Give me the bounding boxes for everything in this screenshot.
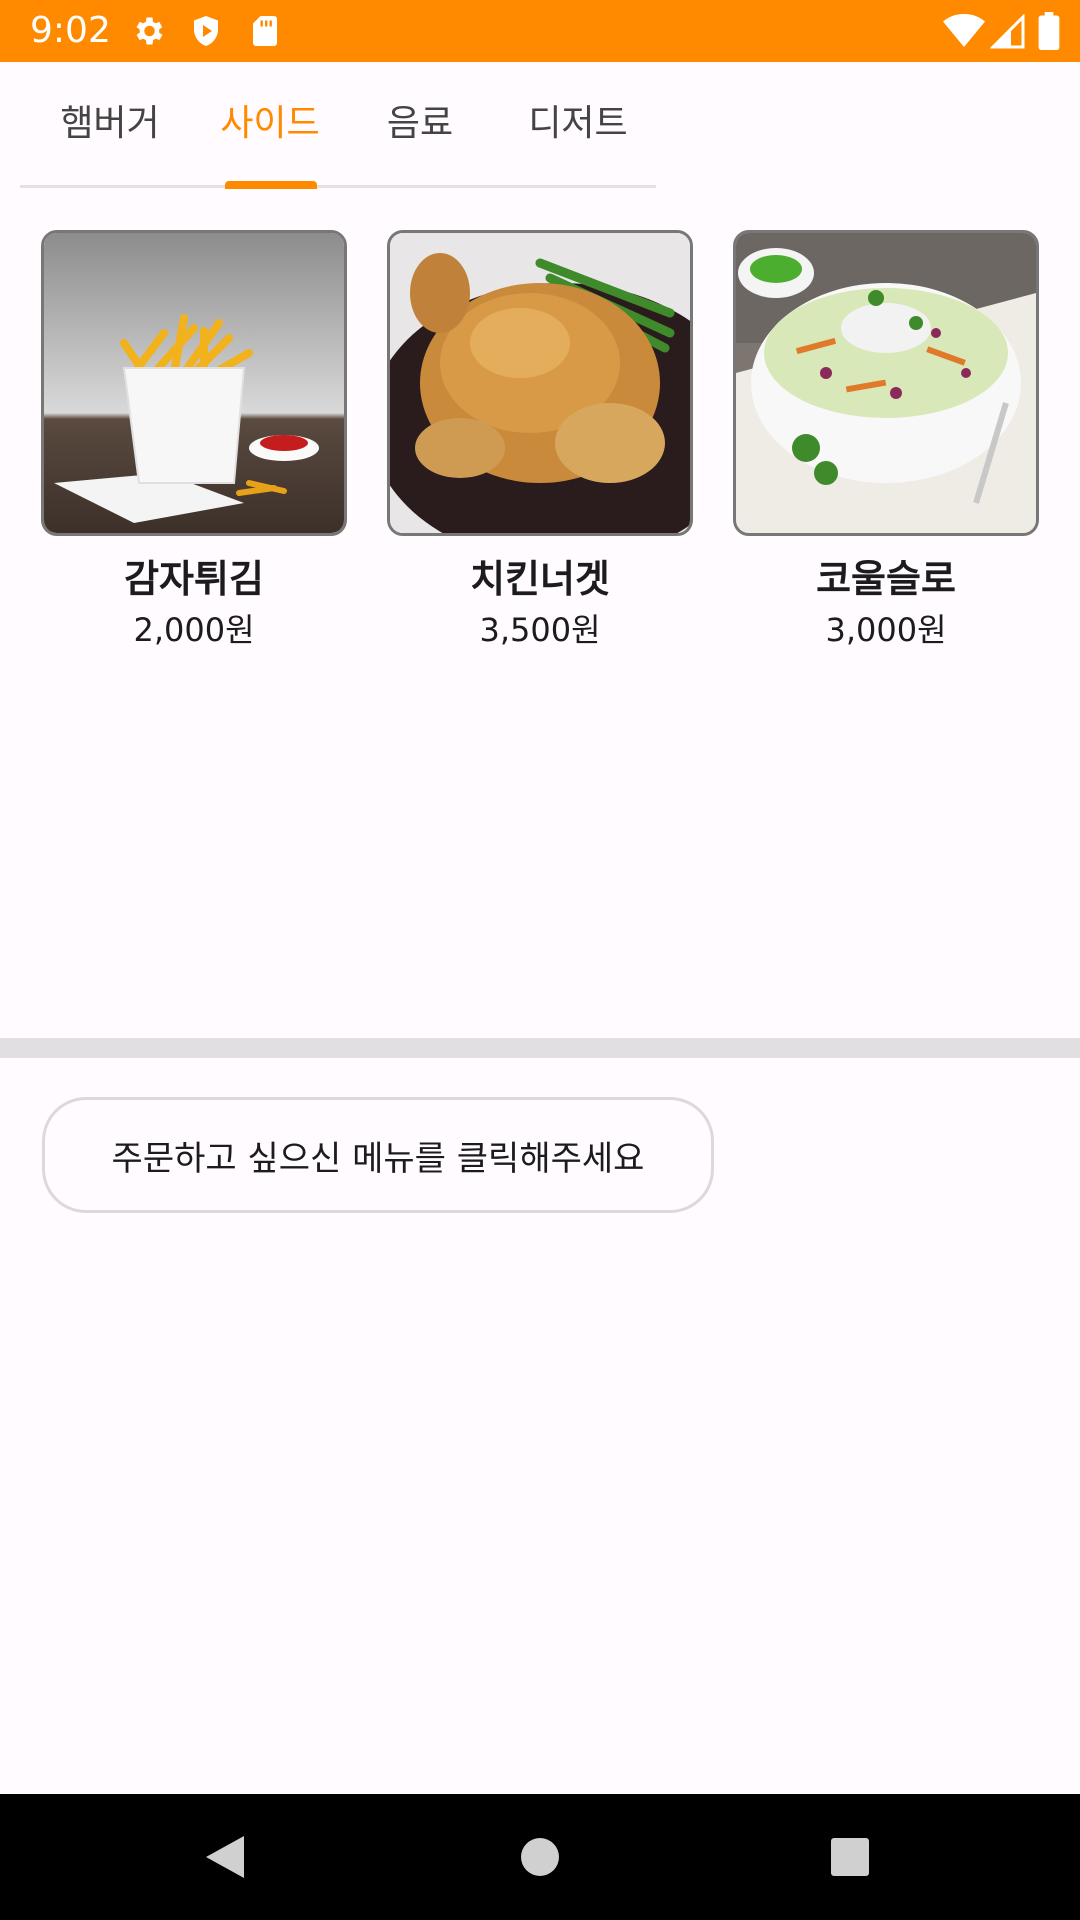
menu-item-price: 2,000원 (133, 611, 255, 649)
menu-item-name: 감자튀김 (124, 557, 264, 601)
home-button[interactable] (480, 1794, 600, 1920)
section-divider (0, 1038, 1080, 1058)
gear-icon (136, 17, 163, 45)
menu-item-coleslaw[interactable]: 코울슬로 3,000원 (733, 230, 1039, 652)
menu-item-chicken-nugget[interactable]: 치킨너겟 3,500원 (387, 230, 693, 652)
home-icon (521, 1838, 559, 1876)
system-nav-bar (0, 1794, 1080, 1920)
coleslaw-image[interactable] (733, 230, 1039, 536)
wifi-icon (943, 14, 985, 47)
menu-item-name: 코울슬로 (816, 557, 956, 601)
tab-divider (20, 185, 656, 188)
menu-item-fries[interactable]: 감자튀김 2,000원 (41, 230, 347, 652)
tab-indicator (225, 181, 317, 189)
back-button[interactable] (165, 1794, 285, 1920)
category-tab-bar: 햄버거 사이드 음료 디저트 (20, 62, 656, 190)
shield-play-icon (194, 16, 218, 46)
menu-item-price: 3,500원 (479, 611, 601, 649)
back-icon (206, 1836, 244, 1878)
tab-dessert[interactable]: 디저트 (518, 102, 638, 162)
status-bar: 9:02 (0, 0, 1080, 62)
battery-icon (1038, 12, 1060, 50)
recents-icon (831, 1838, 869, 1876)
fries-image[interactable] (41, 230, 347, 536)
recents-button[interactable] (790, 1794, 910, 1920)
chicken-image[interactable] (387, 230, 693, 536)
tab-hamburger[interactable]: 햄버거 (40, 102, 180, 162)
sd-card-icon (253, 16, 277, 46)
tab-drinks[interactable]: 음료 (375, 102, 465, 162)
menu-item-name: 치킨너겟 (470, 557, 610, 601)
menu-item-price: 3,000원 (825, 611, 947, 649)
signal-icon (990, 14, 1025, 49)
tab-side[interactable]: 사이드 (210, 102, 330, 162)
status-time: 9:02 (30, 10, 111, 51)
order-prompt-message: 주문하고 싶으신 메뉴를 클릭해주세요 (42, 1097, 714, 1213)
